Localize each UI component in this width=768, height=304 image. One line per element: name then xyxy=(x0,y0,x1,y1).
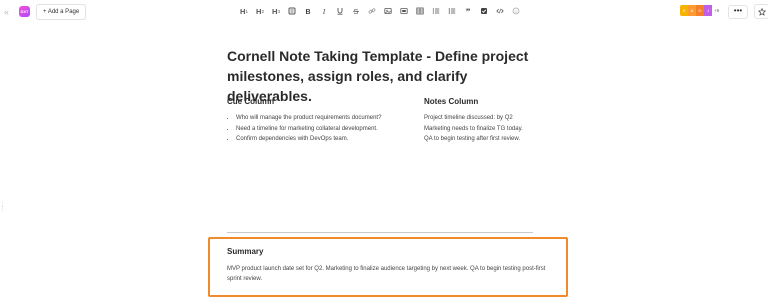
code-icon[interactable] xyxy=(492,5,508,17)
embed-icon[interactable] xyxy=(396,5,412,17)
numbered-list-icon[interactable] xyxy=(444,5,460,17)
list-item[interactable]: Who will manage the product requirements… xyxy=(236,113,381,124)
bulleted-list-icon[interactable] xyxy=(428,5,444,17)
table-icon[interactable] xyxy=(412,5,428,17)
add-page-button[interactable]: + Add a Page xyxy=(36,4,87,20)
heading-3-level: 3 xyxy=(277,8,280,14)
svg-text:B: B xyxy=(305,9,310,15)
list-item[interactable]: Confirm dependencies with DevOps team. xyxy=(236,134,381,145)
collaborator-avatars[interactable]: S A D J +9 xyxy=(680,5,719,16)
avatar[interactable]: S xyxy=(680,5,688,16)
avatar[interactable]: A xyxy=(688,5,696,16)
heading-2-button[interactable]: H2 xyxy=(252,5,268,17)
favorite-button[interactable] xyxy=(754,4,768,19)
notes-column-heading[interactable]: Notes Column xyxy=(424,97,478,106)
notes-line[interactable]: Marketing needs to finalize TG today. xyxy=(424,124,564,135)
notes-column-text[interactable]: Project timeline discussed: by Q2 Market… xyxy=(424,113,564,145)
heading-2-level: 2 xyxy=(261,8,264,14)
link-icon[interactable] xyxy=(364,5,380,17)
more-collaborators-count[interactable]: +9 xyxy=(714,5,719,16)
summary-text[interactable]: MVP product launch date set for Q2. Mark… xyxy=(227,264,547,284)
summary-heading[interactable]: Summary xyxy=(227,247,263,256)
italic-icon[interactable]: I xyxy=(316,5,332,17)
notes-line[interactable]: QA to begin testing after first review. xyxy=(424,134,564,145)
section-divider xyxy=(227,232,533,233)
checkbox-icon[interactable] xyxy=(476,5,492,17)
emoji-icon[interactable] xyxy=(508,5,524,17)
strikethrough-icon[interactable]: S xyxy=(348,5,364,17)
workspace-badge-icon[interactable]: DXT xyxy=(19,6,30,17)
svg-text:S: S xyxy=(354,9,359,15)
drag-handle-icon[interactable]: ⋮ ⋮ xyxy=(0,203,5,217)
bold-icon[interactable]: B xyxy=(300,5,316,17)
avatar[interactable]: J xyxy=(704,5,712,16)
quote-icon[interactable]: ” xyxy=(460,5,476,17)
more-options-button[interactable]: ••• xyxy=(728,5,748,19)
formatting-toolbar: H1 H2 H3 B I S ” xyxy=(236,5,524,17)
underline-icon[interactable] xyxy=(332,5,348,17)
svg-text:I: I xyxy=(322,8,326,15)
avatar[interactable]: D xyxy=(696,5,704,16)
cue-column-list[interactable]: Who will manage the product requirements… xyxy=(227,113,381,145)
cue-column-heading[interactable]: Cue Column xyxy=(227,97,274,106)
heading-1-button[interactable]: H1 xyxy=(236,5,252,17)
paragraph-icon[interactable] xyxy=(284,5,300,17)
list-item[interactable]: Need a timeline for marketing collateral… xyxy=(236,124,381,135)
star-icon xyxy=(757,7,766,16)
heading-3-button[interactable]: H3 xyxy=(268,5,284,17)
heading-1-level: 1 xyxy=(245,8,248,14)
collapse-sidebar-icon[interactable]: « xyxy=(4,6,16,18)
top-bar: « DXT + Add a Page H1 H2 H3 B I S ” S A … xyxy=(0,0,768,24)
page-title[interactable]: Cornell Note Taking Template - Define pr… xyxy=(227,46,547,106)
image-icon[interactable] xyxy=(380,5,396,17)
svg-text:”: ” xyxy=(466,7,471,15)
notes-line[interactable]: Project timeline discussed: by Q2 xyxy=(424,113,564,124)
